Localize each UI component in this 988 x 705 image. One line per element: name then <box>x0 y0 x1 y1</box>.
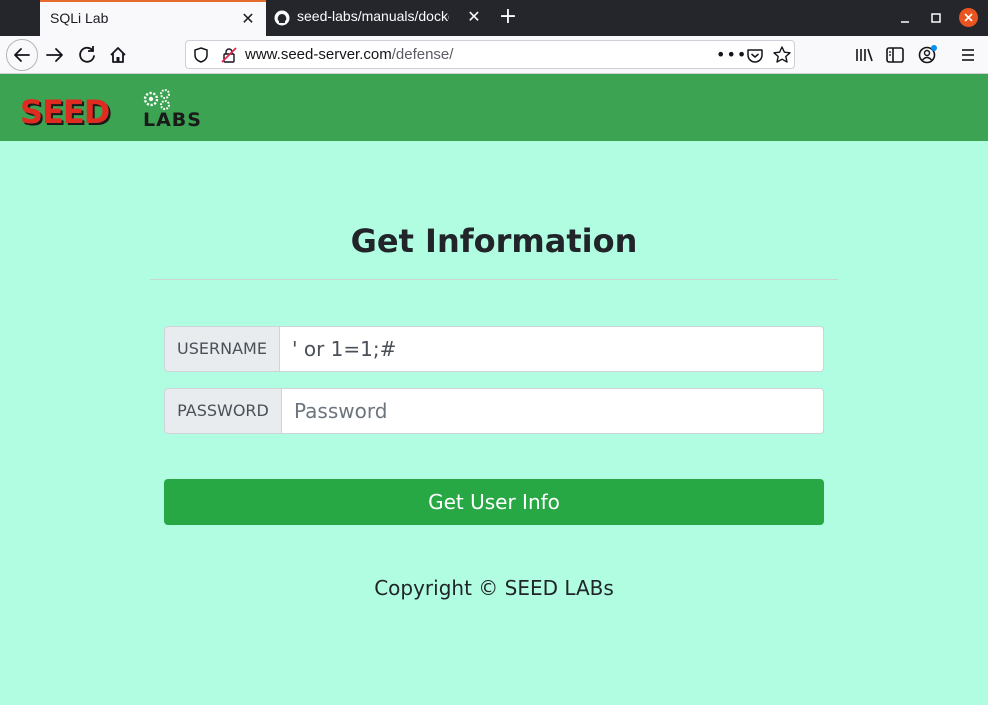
seed-labs-logo[interactable]: SEED SEED LABS <box>20 88 220 133</box>
password-input[interactable] <box>282 388 824 434</box>
url-text[interactable]: www.seed-server.com/defense/ <box>245 46 453 63</box>
url-host: www.seed-server.com <box>245 46 392 63</box>
site-header: SEED SEED LABS <box>0 74 988 141</box>
library-icon[interactable] <box>851 42 877 68</box>
logo-text-sub: LABS <box>143 109 202 128</box>
tab-title: seed-labs/manuals/docker <box>297 8 449 24</box>
close-icon[interactable]: ✕ <box>466 9 482 25</box>
menu-icon[interactable] <box>955 42 981 68</box>
sidebar-icon[interactable] <box>882 42 908 68</box>
url-path: /defense/ <box>391 46 454 63</box>
get-user-info-button[interactable]: Get User Info <box>164 479 824 525</box>
username-label: USERNAME <box>164 326 280 372</box>
close-icon[interactable]: ✕ <box>240 11 256 27</box>
home-icon[interactable] <box>105 42 131 68</box>
password-label: PASSWORD <box>164 388 282 434</box>
account-icon[interactable] <box>914 42 940 68</box>
shield-icon[interactable] <box>193 46 209 68</box>
github-icon <box>274 10 290 30</box>
back-icon[interactable] <box>6 39 38 71</box>
window-close-icon[interactable] <box>959 8 978 27</box>
tab-strip: SQLi Lab ✕ seed-labs/manuals/docker ✕ + <box>0 0 988 36</box>
reload-icon[interactable] <box>74 42 100 68</box>
pocket-icon[interactable] <box>746 46 764 68</box>
tab-github[interactable]: seed-labs/manuals/docker ✕ <box>266 0 492 36</box>
page-title: Get Information <box>350 222 638 260</box>
tab-sqli-lab[interactable]: SQLi Lab ✕ <box>40 0 266 36</box>
minimize-icon[interactable] <box>896 9 914 27</box>
forward-icon[interactable] <box>42 42 68 68</box>
nav-bar: www.seed-server.com/defense/ ••• <box>0 36 988 74</box>
copyright-text: Copyright © SEED LABs <box>374 576 614 600</box>
page-actions-icon[interactable]: ••• <box>716 45 747 64</box>
maximize-icon[interactable] <box>927 9 945 27</box>
username-group: USERNAME <box>164 326 824 372</box>
insecure-lock-icon[interactable] <box>220 46 238 68</box>
title-divider <box>150 279 838 280</box>
url-bar[interactable]: www.seed-server.com/defense/ ••• <box>185 40 795 69</box>
new-tab-icon[interactable]: + <box>496 6 520 30</box>
logo-text-main: SEED <box>20 93 109 128</box>
username-input[interactable] <box>280 326 824 372</box>
password-group: PASSWORD <box>164 388 824 434</box>
tab-title: SQLi Lab <box>50 10 109 26</box>
bookmark-star-icon[interactable] <box>772 45 792 69</box>
